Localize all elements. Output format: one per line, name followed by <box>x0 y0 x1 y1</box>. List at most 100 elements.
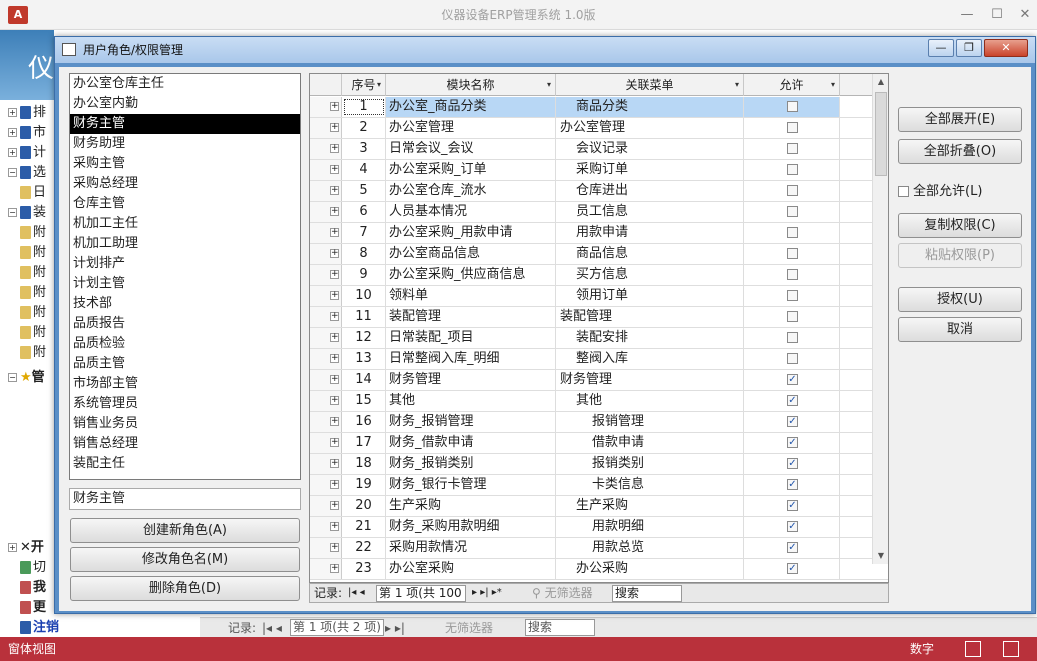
expand-icon[interactable]: + <box>330 522 339 531</box>
copy-permission-button[interactable]: 复制权限(C) <box>898 213 1022 238</box>
scroll-thumb[interactable] <box>875 92 887 176</box>
role-item[interactable]: 办公室仓库主任 <box>70 74 300 94</box>
allow-cell[interactable]: ✓ <box>744 538 840 558</box>
seq-cell[interactable]: 20 <box>342 496 386 516</box>
menu-cell[interactable]: 仓库进出 <box>556 181 744 201</box>
role-item[interactable]: 财务助理 <box>70 134 300 154</box>
table-row[interactable]: +10 领料单 领用订单 <box>310 286 888 307</box>
scroll-up-icon[interactable]: ▲ <box>873 74 888 90</box>
allow-cell[interactable]: ✓ <box>744 433 840 453</box>
menu-cell[interactable]: 领用订单 <box>556 286 744 306</box>
role-item[interactable]: 销售总经理 <box>70 434 300 454</box>
allow-checkbox[interactable] <box>787 332 798 343</box>
allow-cell[interactable] <box>744 349 840 369</box>
expand-icon[interactable]: + <box>330 375 339 384</box>
menu-cell[interactable]: 整阀入库 <box>556 349 744 369</box>
allow-cell[interactable]: ✓ <box>744 412 840 432</box>
allow-checkbox[interactable]: ✓ <box>787 374 798 385</box>
role-item[interactable]: 品质检验 <box>70 334 300 354</box>
allow-checkbox[interactable] <box>787 227 798 238</box>
allow-checkbox[interactable] <box>787 353 798 364</box>
menu-cell[interactable]: 装配安排 <box>556 328 744 348</box>
expand-icon[interactable]: + <box>330 102 339 111</box>
expand-icon[interactable]: + <box>8 108 17 117</box>
allow-checkbox[interactable]: ✓ <box>787 479 798 490</box>
row-selector[interactable]: + <box>310 517 342 537</box>
row-selector[interactable]: + <box>310 370 342 390</box>
expand-icon[interactable]: + <box>330 270 339 279</box>
dropdown-icon[interactable]: ▾ <box>735 74 739 96</box>
role-item[interactable]: 计划主管 <box>70 274 300 294</box>
record-position[interactable]: 第 1 项(共 2 项) <box>290 619 384 636</box>
role-list[interactable]: 办公室仓库主任 办公室内勤 财务主管 财务助理 采购主管 采购总经理 仓库主管 机加工主任 机加… <box>69 73 301 480</box>
row-selector[interactable]: + <box>310 286 342 306</box>
expand-icon[interactable]: + <box>330 228 339 237</box>
role-item[interactable]: 机加工主任 <box>70 214 300 234</box>
scroll-down-icon[interactable]: ▼ <box>873 548 888 564</box>
row-selector[interactable]: + <box>310 538 342 558</box>
allow-checkbox[interactable] <box>787 143 798 154</box>
menu-cell[interactable]: 办公室管理 <box>556 118 744 138</box>
expand-icon[interactable]: + <box>330 333 339 342</box>
role-item[interactable]: 销售业务员 <box>70 414 300 434</box>
table-row[interactable]: +17 财务_借款申请 借款申请 ✓ <box>310 433 888 454</box>
row-selector[interactable]: + <box>310 475 342 495</box>
table-row[interactable]: +20 生产采购 生产采购 ✓ <box>310 496 888 517</box>
module-cell[interactable]: 办公室采购_订单 <box>386 160 556 180</box>
table-row[interactable]: +16 财务_报销管理 报销管理 ✓ <box>310 412 888 433</box>
menu-cell[interactable]: 办公采购 <box>556 559 744 579</box>
module-cell[interactable]: 日常装配_项目 <box>386 328 556 348</box>
module-cell[interactable]: 办公室管理 <box>386 118 556 138</box>
dialog-titlebar[interactable]: 用户角色/权限管理 — ❐ ✕ <box>55 37 1035 63</box>
expand-icon[interactable]: + <box>330 312 339 321</box>
allow-cell[interactable] <box>744 97 840 117</box>
allow-cell[interactable] <box>744 181 840 201</box>
seq-cell[interactable]: 3 <box>342 139 386 159</box>
row-selector[interactable]: + <box>310 223 342 243</box>
row-selector[interactable]: + <box>310 433 342 453</box>
row-selector[interactable]: + <box>310 412 342 432</box>
allow-cell[interactable] <box>744 286 840 306</box>
nav-tree-item[interactable]: − 选 <box>8 163 54 183</box>
select-all-corner[interactable] <box>310 74 342 96</box>
seq-cell[interactable]: 5 <box>342 181 386 201</box>
cancel-button[interactable]: 取消 <box>898 317 1022 342</box>
allow-checkbox[interactable]: ✓ <box>787 500 798 511</box>
seq-cell[interactable]: 1 <box>342 97 386 117</box>
dialog-close-icon[interactable]: ✕ <box>984 39 1028 57</box>
role-item[interactable]: 计划排产 <box>70 254 300 274</box>
menu-cell[interactable]: 员工信息 <box>556 202 744 222</box>
allow-cell[interactable]: ✓ <box>744 454 840 474</box>
column-header-module[interactable]: 模块名称 ▾ <box>386 74 556 96</box>
menu-cell[interactable]: 用款申请 <box>556 223 744 243</box>
menu-cell[interactable]: 借款申请 <box>556 433 744 453</box>
row-selector[interactable]: + <box>310 307 342 327</box>
create-role-button[interactable]: 创建新角色(A) <box>70 518 300 543</box>
expand-icon[interactable]: + <box>8 148 17 157</box>
maximize-icon[interactable]: ☐ <box>985 5 1009 25</box>
expand-all-button[interactable]: 全部展开(E) <box>898 107 1022 132</box>
seq-cell[interactable]: 18 <box>342 454 386 474</box>
row-selector[interactable]: + <box>310 496 342 516</box>
dialog-minimize-icon[interactable]: — <box>928 39 954 57</box>
allow-cell[interactable] <box>744 202 840 222</box>
seq-cell[interactable]: 16 <box>342 412 386 432</box>
nav-first-icon[interactable]: |◂ ◂ <box>262 618 282 638</box>
table-row[interactable]: +18 财务_报销类别 报销类别 ✓ <box>310 454 888 475</box>
expand-icon[interactable]: − <box>8 168 17 177</box>
table-row[interactable]: +12 日常装配_项目 装配安排 <box>310 328 888 349</box>
row-selector[interactable]: + <box>310 160 342 180</box>
seq-cell[interactable]: 8 <box>342 244 386 264</box>
allow-cell[interactable] <box>744 139 840 159</box>
row-selector[interactable]: + <box>310 454 342 474</box>
row-selector[interactable]: + <box>310 559 342 579</box>
seq-cell[interactable]: 23 <box>342 559 386 579</box>
menu-cell[interactable]: 报销管理 <box>556 412 744 432</box>
allow-checkbox[interactable] <box>787 101 798 112</box>
table-row[interactable]: +4 办公室采购_订单 采购订单 <box>310 160 888 181</box>
table-row[interactable]: +3 日常会议_会议 会议记录 <box>310 139 888 160</box>
module-cell[interactable]: 财务_报销类别 <box>386 454 556 474</box>
record-position[interactable]: 第 1 项(共 100 项) <box>376 585 466 602</box>
table-row[interactable]: +15 其他 其他 ✓ <box>310 391 888 412</box>
table-row[interactable]: +21 财务_采购用款明细 用款明细 ✓ <box>310 517 888 538</box>
